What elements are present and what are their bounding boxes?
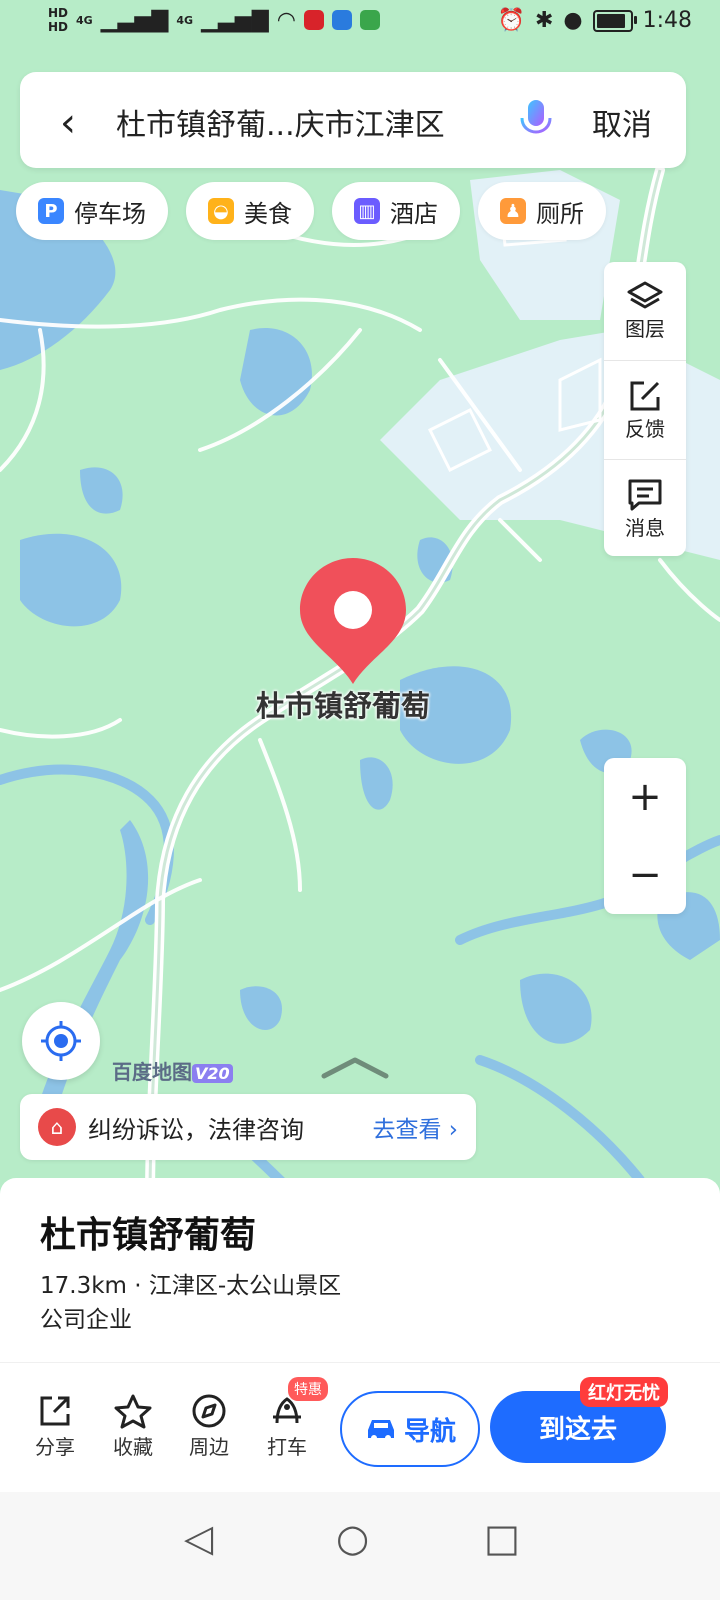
zoom-out-button[interactable]: − (604, 836, 686, 914)
logo-text: 百度地图 (112, 1060, 192, 1084)
network-type-2: 4G (176, 13, 194, 27)
zoom-in-button[interactable]: + (604, 758, 686, 836)
map-tools-panel: 图层 反馈 消息 (604, 262, 686, 556)
share-button[interactable]: 分享 (20, 1391, 90, 1460)
chip-label: 酒店 (390, 199, 438, 228)
action-label: 打车 (267, 1435, 307, 1459)
place-distance-area: 17.3km · 江津区-太公山景区 (40, 1273, 342, 1299)
tool-label: 消息 (625, 515, 665, 540)
back-icon[interactable]: ‹ (60, 100, 76, 146)
pin-label: 杜市镇舒葡萄 (256, 689, 431, 723)
sheet-expand-handle[interactable] (320, 1056, 390, 1084)
microphone-icon[interactable] (516, 98, 556, 146)
navigation-label: 导航 (403, 1416, 456, 1447)
action-label: 收藏 (113, 1435, 153, 1459)
location-pin-icon[interactable] (298, 556, 408, 690)
bluetooth-icon: ✱ (534, 8, 554, 33)
taxi-discount-badge: 特惠 (288, 1377, 328, 1401)
star-icon (98, 1391, 168, 1431)
clock: 1:48 (642, 8, 692, 33)
network-type-1: 4G (76, 13, 93, 27)
tool-feedback[interactable]: 反馈 (604, 361, 686, 460)
locate-me-button[interactable] (22, 1002, 100, 1080)
parking-icon: P (38, 198, 64, 224)
category-chips: P 停车场 ◒ 美食 ▥ 酒店 ♟ 厕所 (16, 182, 606, 240)
promo-link[interactable]: 去查看 › (372, 1110, 458, 1144)
chevron-up-icon (321, 1057, 389, 1079)
search-query[interactable]: 杜市镇舒葡...庆市江津区 (116, 100, 445, 144)
status-left: HD HD 4G ▁▃▅▇ 4G ▁▃▅▇ ◠ (48, 6, 380, 34)
alarm-icon: ⏰ (497, 8, 525, 33)
share-icon (20, 1391, 90, 1431)
message-icon (628, 479, 662, 510)
promo-text: 纠纷诉讼，法律咨询 (88, 1115, 304, 1144)
battery-fill (596, 13, 625, 28)
nav-recents-icon[interactable]: □ (484, 1516, 520, 1560)
taxi-button[interactable]: 打车 (252, 1391, 322, 1460)
tool-layers[interactable]: 图层 (604, 262, 686, 361)
crosshair-icon (41, 1021, 81, 1061)
compass-icon (174, 1391, 244, 1431)
cancel-button[interactable]: 取消 (592, 100, 652, 144)
hotel-icon: ▥ (354, 198, 380, 224)
place-title: 杜市镇舒葡萄 (40, 1215, 257, 1256)
feedback-icon (630, 381, 660, 410)
nearby-button[interactable]: 周边 (174, 1391, 244, 1460)
favorite-button[interactable]: 收藏 (98, 1391, 168, 1460)
place-category: 公司企业 (40, 1307, 132, 1333)
nav-back-icon[interactable]: ◁ (184, 1516, 213, 1560)
chip-label: 厕所 (536, 199, 584, 228)
action-label: 分享 (35, 1435, 75, 1459)
search-bar[interactable]: ‹ 杜市镇舒葡...庆市江津区 取消 (20, 72, 686, 168)
recording-app-icon (303, 10, 324, 30)
tool-message[interactable]: 消息 (604, 460, 686, 558)
logo-version: V20 (192, 1064, 233, 1083)
go-badge: 红灯无忧 (580, 1377, 668, 1407)
tool-label: 反馈 (625, 416, 665, 441)
chip-food[interactable]: ◒ 美食 (186, 182, 314, 240)
chip-label: 停车场 (74, 199, 146, 228)
china-mobile-icon (359, 10, 380, 30)
chip-hotel[interactable]: ▥ 酒店 (332, 182, 460, 240)
legal-promo-banner[interactable]: ⌂ 纠纷诉讼，法律咨询 去查看 › (20, 1094, 476, 1160)
go-here-label: 到这去 (538, 1414, 617, 1445)
status-bar: HD HD 4G ▁▃▅▇ 4G ▁▃▅▇ ◠ ⏰ ✱ ● 1:48 (0, 0, 720, 48)
hd-label-1: HD (48, 6, 69, 20)
toilet-icon: ♟ (500, 198, 526, 224)
hd-indicators: HD HD (48, 6, 68, 34)
signal-icon: ▁▃▅▇ (100, 7, 169, 33)
courthouse-icon: ⌂ (38, 1108, 76, 1146)
battery-icon (592, 9, 637, 32)
action-bar: 分享 收藏 周边 打车 特惠 导航 到这去 红灯无忧 (0, 1362, 720, 1493)
signal-icon: ▁▃▅▇ (201, 7, 269, 33)
wifi-icon: ◠ (276, 7, 296, 33)
location-icon: ● (563, 8, 583, 33)
food-icon: ◒ (208, 198, 234, 224)
chip-label: 美食 (244, 199, 292, 228)
action-label: 周边 (189, 1435, 229, 1459)
chip-toilet[interactable]: ♟ 厕所 (478, 182, 606, 240)
navigation-button[interactable]: 导航 (340, 1391, 480, 1467)
app-notification-icon (331, 10, 352, 30)
tool-label: 图层 (625, 316, 665, 341)
chip-parking[interactable]: P 停车场 (16, 182, 168, 240)
status-right: ⏰ ✱ ● 1:48 (498, 8, 692, 33)
zoom-control: + − (604, 758, 686, 914)
layers-icon (627, 281, 663, 308)
baidu-map-logo: 百度地图 V20 (112, 1056, 233, 1085)
hd-label-2: HD (48, 20, 69, 34)
nav-home-icon[interactable]: ○ (336, 1516, 369, 1560)
car-icon (367, 1420, 394, 1441)
system-navigation-bar: ◁ ○ □ (0, 1492, 720, 1600)
